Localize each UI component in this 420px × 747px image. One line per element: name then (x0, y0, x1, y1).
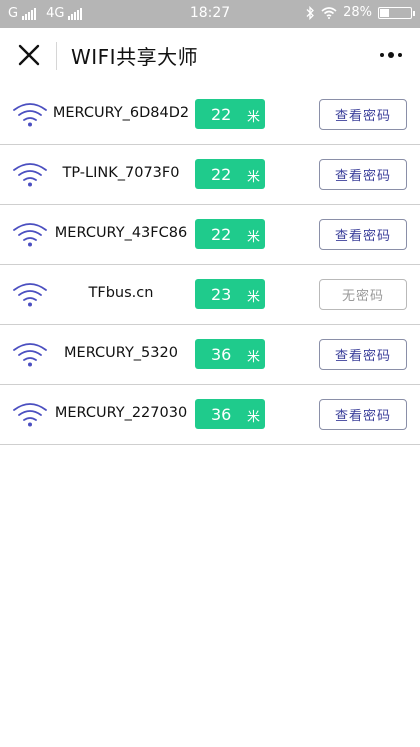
close-button[interactable] (14, 40, 44, 70)
wifi-ssid: TFbus.cn (88, 285, 154, 301)
wifi-icon (13, 103, 47, 127)
distance-badge: 22 米 (195, 219, 265, 249)
distance-badge: 36 米 (195, 399, 265, 429)
more-dot-icon (380, 53, 384, 57)
distance-unit: 米 (247, 350, 261, 365)
wifi-list-item[interactable]: MERCURY_43FC86 22 米 查看密码 (0, 205, 420, 265)
wifi-status-icon (321, 6, 337, 19)
status-bar: G 4G 18:27 28% (0, 0, 420, 28)
more-button[interactable] (380, 48, 406, 62)
battery-icon (378, 6, 415, 19)
wifi-list-item[interactable]: MERCURY_5320 36 米 查看密码 (0, 325, 420, 385)
distance-value: 22 (211, 105, 232, 124)
nav-bar: WIFI共享大师 (0, 28, 420, 84)
battery-fill (380, 8, 389, 17)
wifi-ssid: MERCURY_5320 (64, 345, 178, 361)
status-bar-right: 28% (305, 5, 415, 20)
more-dot-icon (388, 52, 394, 58)
wifi-list-item[interactable]: TFbus.cn 23 米 无密码 (0, 265, 420, 325)
wifi-list-item[interactable]: TP-LINK_7073F0 22 米 查看密码 (0, 145, 420, 205)
wifi-icon (13, 343, 47, 367)
wifi-list-item[interactable]: MERCURY_6D84D2 22 米 查看密码 (0, 85, 420, 145)
distance-value: 23 (211, 285, 232, 304)
distance-value: 36 (211, 345, 232, 364)
battery-percent: 28% (343, 5, 372, 20)
wifi-icon (13, 163, 47, 187)
no-password-button[interactable]: 无密码 (319, 279, 407, 310)
wifi-icon (13, 403, 47, 427)
distance-badge: 23 米 (195, 279, 265, 309)
wifi-ssid: TP-LINK_7073F0 (62, 165, 180, 181)
wifi-ssid: MERCURY_227030 (54, 405, 188, 421)
distance-unit: 米 (247, 410, 261, 425)
distance-badge: 36 米 (195, 339, 265, 369)
nav-divider (56, 42, 57, 70)
distance-unit: 米 (247, 170, 261, 185)
wifi-list: MERCURY_6D84D2 22 米 查看密码 TP-LINK_7073F0 … (0, 85, 420, 445)
distance-badge: 22 米 (195, 99, 265, 129)
view-password-button[interactable]: 查看密码 (319, 339, 407, 370)
wifi-list-item[interactable]: MERCURY_227030 36 米 查看密码 (0, 385, 420, 445)
page-title: WIFI共享大师 (71, 45, 199, 69)
bluetooth-icon (306, 5, 315, 20)
wifi-ssid: MERCURY_43FC86 (54, 225, 188, 241)
wifi-ssid: MERCURY_6D84D2 (52, 105, 190, 121)
distance-value: 36 (211, 405, 232, 424)
more-dot-icon (398, 53, 402, 57)
distance-value: 22 (211, 165, 232, 184)
close-icon (18, 44, 40, 66)
view-password-button[interactable]: 查看密码 (319, 399, 407, 430)
distance-badge: 22 米 (195, 159, 265, 189)
view-password-button[interactable]: 查看密码 (319, 159, 407, 190)
wifi-icon (13, 223, 47, 247)
view-password-button[interactable]: 查看密码 (319, 219, 407, 250)
distance-unit: 米 (247, 110, 261, 125)
distance-value: 22 (211, 225, 232, 244)
wifi-icon (13, 283, 47, 307)
distance-unit: 米 (247, 290, 261, 305)
distance-unit: 米 (247, 230, 261, 245)
view-password-button[interactable]: 查看密码 (319, 99, 407, 130)
